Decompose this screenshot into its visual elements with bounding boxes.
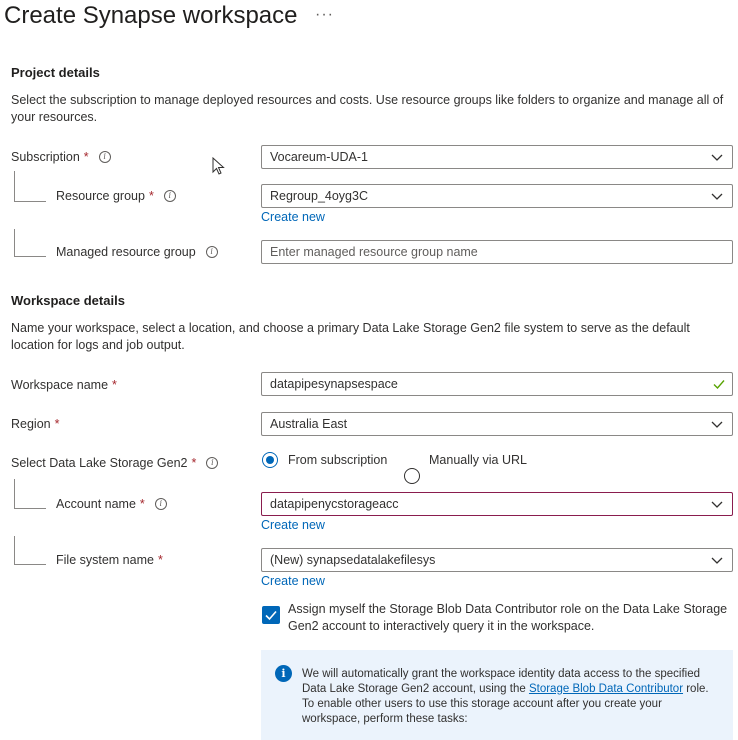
subscription-label: Subscription * i — [11, 150, 111, 164]
tree-line — [14, 564, 46, 565]
chevron-down-icon — [711, 421, 723, 428]
radio-manually-via-url-label: Manually via URL — [429, 453, 527, 467]
radio-from-subscription-label: From subscription — [288, 453, 388, 467]
info-icon[interactable]: i — [205, 246, 218, 258]
chevron-down-icon — [711, 154, 723, 161]
chevron-down-icon — [711, 193, 723, 200]
account-name-label: Account name * i — [56, 497, 167, 511]
required-marker: * — [112, 378, 117, 392]
radio-manually-via-url[interactable] — [404, 468, 420, 484]
file-system-name-dropdown[interactable]: (New) synapsedatalakefilesys — [261, 548, 733, 572]
region-value: Australia East — [270, 417, 348, 431]
info-icon[interactable]: i — [154, 498, 167, 510]
mouse-cursor-icon — [212, 157, 225, 175]
required-marker: * — [54, 417, 60, 431]
managed-resource-group-label: Managed resource group i — [56, 245, 218, 259]
managed-resource-group-placeholder: Enter managed resource group name — [270, 245, 478, 259]
resource-group-value: Regroup_4oyg3C — [270, 189, 368, 203]
info-message-text: We will automatically grant the workspac… — [302, 667, 712, 727]
assign-role-checkbox[interactable] — [262, 606, 280, 624]
resource-group-dropdown[interactable]: Regroup_4oyg3C — [261, 184, 733, 208]
region-label-text: Region — [11, 417, 51, 431]
workspace-name-value: datapipesynapsespace — [270, 377, 398, 391]
project-details-description: Select the subscription to manage deploy… — [11, 93, 724, 124]
file-system-create-new-link[interactable]: Create new — [261, 574, 325, 588]
info-circle-icon: i — [275, 665, 292, 682]
checkmark-icon — [265, 610, 277, 621]
resource-group-label-text: Resource group — [56, 189, 145, 203]
workspace-details-description: Name your workspace, select a location, … — [11, 321, 690, 352]
tree-line — [14, 171, 15, 201]
storage-blob-role-link[interactable]: Storage Blob Data Contributor — [529, 683, 683, 695]
account-name-value: datapipenycstorageacc — [270, 497, 399, 511]
file-system-name-label-text: File system name — [56, 553, 154, 567]
datalake-label: Select Data Lake Storage Gen2 * i — [11, 456, 219, 470]
tree-line — [14, 508, 46, 509]
managed-resource-group-label-text: Managed resource group — [56, 245, 196, 259]
required-marker: * — [139, 497, 145, 511]
chevron-down-icon — [711, 557, 723, 564]
required-marker: * — [191, 456, 197, 470]
tree-line — [14, 229, 15, 256]
subscription-label-text: Subscription — [11, 150, 80, 164]
radio-from-subscription[interactable] — [262, 452, 278, 468]
resource-group-label: Resource group * i — [56, 189, 176, 203]
tree-line — [14, 536, 15, 564]
tree-line — [14, 479, 15, 508]
workspace-name-label: Workspace name * — [11, 378, 117, 392]
file-system-name-value: (New) synapsedatalakefilesys — [270, 553, 436, 567]
resource-group-create-new-link[interactable]: Create new — [261, 210, 325, 224]
region-label: Region * — [11, 417, 60, 431]
subscription-dropdown[interactable]: Vocareum-UDA-1 — [261, 145, 733, 169]
checkmark-icon — [713, 380, 725, 390]
required-marker: * — [148, 189, 154, 203]
subscription-value: Vocareum-UDA-1 — [270, 150, 368, 164]
account-create-new-link[interactable]: Create new — [261, 518, 325, 532]
workspace-name-label-text: Workspace name — [11, 378, 109, 392]
chevron-down-icon — [711, 501, 723, 508]
info-icon[interactable]: i — [163, 190, 176, 202]
project-details-heading: Project details — [11, 65, 100, 80]
page-title: Create Synapse workspace — [4, 2, 298, 29]
workspace-details-heading: Workspace details — [11, 293, 125, 308]
required-marker: * — [83, 150, 89, 164]
account-name-label-text: Account name — [56, 497, 136, 511]
info-icon[interactable]: i — [98, 151, 111, 163]
info-icon[interactable]: i — [206, 457, 219, 469]
file-system-name-label: File system name * — [56, 553, 163, 567]
region-dropdown[interactable]: Australia East — [261, 412, 733, 436]
ellipsis-icon[interactable]: ··· — [315, 6, 334, 24]
required-marker: * — [157, 553, 163, 567]
assign-role-label: Assign myself the Storage Blob Data Cont… — [288, 602, 728, 633]
account-name-dropdown[interactable]: datapipenycstorageacc — [261, 492, 733, 516]
tree-line — [14, 256, 46, 257]
tree-line — [14, 201, 46, 202]
workspace-name-input[interactable]: datapipesynapsespace — [261, 372, 733, 396]
datalake-label-text: Select Data Lake Storage Gen2 — [11, 456, 188, 470]
managed-resource-group-input[interactable]: Enter managed resource group name — [261, 240, 733, 264]
